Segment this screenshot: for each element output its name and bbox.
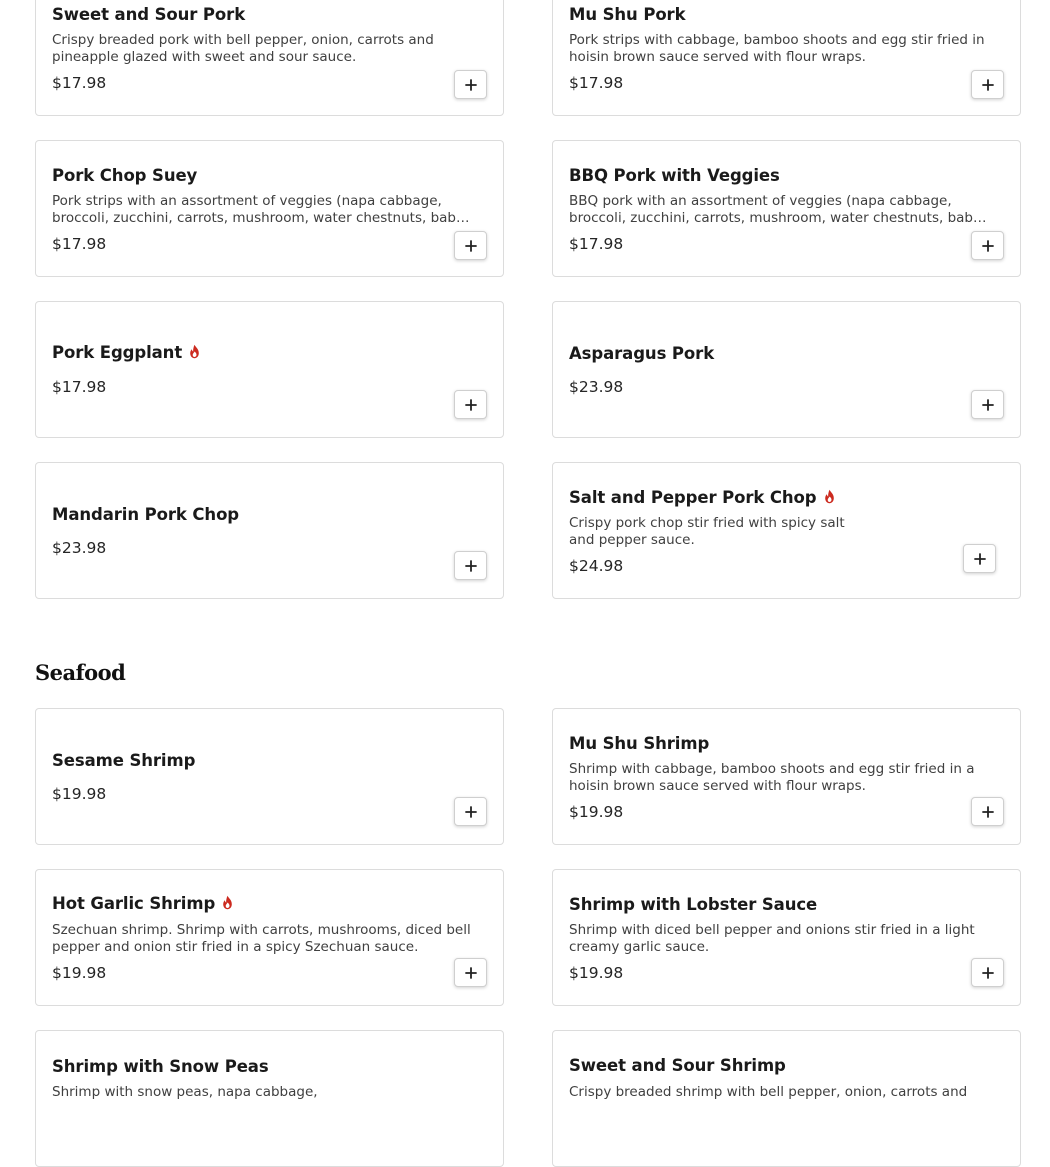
add-to-cart-button[interactable] xyxy=(971,231,1004,260)
item-description: Szechuan shrimp. Shrimp with carrots, mu… xyxy=(52,922,471,955)
plus-icon xyxy=(981,805,994,818)
plus-icon xyxy=(464,78,477,91)
add-to-cart-button[interactable] xyxy=(971,797,1004,826)
add-to-cart-button[interactable] xyxy=(454,797,487,826)
menu-item-card[interactable]: Sweet and Sour Shrimp Crispy breaded shr… xyxy=(552,1030,1021,1167)
plus-icon xyxy=(464,398,477,411)
menu-item-card[interactable]: Hot Garlic Shrimp Szechuan shrimp. Shrim… xyxy=(35,869,504,1006)
item-description: Shrimp with cabbage, bamboo shoots and e… xyxy=(569,761,975,794)
add-to-cart-button[interactable] xyxy=(454,958,487,987)
plus-icon xyxy=(973,552,986,565)
add-to-cart-button[interactable] xyxy=(454,70,487,99)
item-name-text: Hot Garlic Shrimp xyxy=(52,894,216,913)
section-heading-seafood: Seafood xyxy=(35,660,126,685)
item-name-text: Salt and Pepper Pork Chop xyxy=(569,488,817,507)
item-name: Mu Shu Pork xyxy=(569,5,686,24)
item-price: $17.98 xyxy=(569,235,624,253)
plus-icon xyxy=(981,239,994,252)
item-price: $23.98 xyxy=(52,539,107,557)
item-price: $17.98 xyxy=(52,235,107,253)
item-name: Salt and Pepper Pork Chop xyxy=(569,488,1004,508)
plus-icon xyxy=(981,966,994,979)
add-to-cart-button[interactable] xyxy=(971,958,1004,987)
item-price: $24.98 xyxy=(569,557,624,575)
item-description: Crispy breaded pork with bell pepper, on… xyxy=(52,32,434,65)
menu-item-card[interactable]: Pork Eggplant $17.98 xyxy=(35,301,504,438)
item-name-text: Pork Eggplant xyxy=(52,343,183,362)
item-description: Shrimp with diced bell pepper and onions… xyxy=(569,922,975,955)
plus-icon xyxy=(464,805,477,818)
item-price: $19.98 xyxy=(52,964,107,982)
menu-item-card[interactable]: Shrimp with Snow Peas Shrimp with snow p… xyxy=(35,1030,504,1167)
menu-item-card[interactable]: Mu Shu Pork Pork strips with cabbage, ba… xyxy=(552,0,1021,116)
item-description: BBQ pork with an assortment of veggies (… xyxy=(569,193,987,226)
add-to-cart-button[interactable] xyxy=(971,70,1004,99)
item-price: $19.98 xyxy=(52,785,107,803)
item-name: Hot Garlic Shrimp xyxy=(52,894,487,914)
add-to-cart-button[interactable] xyxy=(454,231,487,260)
spicy-icon xyxy=(823,489,836,508)
item-price: $17.98 xyxy=(52,378,107,396)
item-description: Pork strips with an assortment of veggie… xyxy=(52,193,470,226)
item-name: Mandarin Pork Chop xyxy=(52,505,240,524)
item-name: Sweet and Sour Shrimp xyxy=(569,1056,786,1075)
menu-item-card[interactable]: BBQ Pork with Veggies BBQ pork with an a… xyxy=(552,140,1021,277)
item-description: Crispy pork chop stir fried with spicy s… xyxy=(569,515,845,548)
item-name: Shrimp with Lobster Sauce xyxy=(569,895,818,914)
menu-item-card[interactable]: Mu Shu Shrimp Shrimp with cabbage, bambo… xyxy=(552,708,1021,845)
item-name: Mu Shu Shrimp xyxy=(569,734,710,753)
item-name: Sweet and Sour Pork xyxy=(52,5,246,24)
plus-icon xyxy=(981,78,994,91)
add-to-cart-button[interactable] xyxy=(454,390,487,419)
spicy-icon xyxy=(221,895,234,914)
item-price: $23.98 xyxy=(569,378,624,396)
add-to-cart-button[interactable] xyxy=(454,551,487,580)
menu-item-card[interactable]: Pork Chop Suey Pork strips with an assor… xyxy=(35,140,504,277)
add-to-cart-button[interactable] xyxy=(963,544,996,573)
plus-icon xyxy=(464,239,477,252)
menu-item-card[interactable]: Sesame Shrimp $19.98 xyxy=(35,708,504,845)
spicy-icon xyxy=(188,344,201,363)
item-name: BBQ Pork with Veggies xyxy=(569,166,780,185)
plus-icon xyxy=(464,559,477,572)
item-price: $17.98 xyxy=(569,74,624,92)
plus-icon xyxy=(981,398,994,411)
menu-item-card[interactable]: Shrimp with Lobster Sauce Shrimp with di… xyxy=(552,869,1021,1006)
item-name: Sesame Shrimp xyxy=(52,751,196,770)
menu-item-card[interactable]: Sweet and Sour Pork Crispy breaded pork … xyxy=(35,0,504,116)
menu-item-card[interactable]: Asparagus Pork $23.98 xyxy=(552,301,1021,438)
item-name: Asparagus Pork xyxy=(569,344,715,363)
item-name: Pork Chop Suey xyxy=(52,166,198,185)
menu-item-card[interactable]: Salt and Pepper Pork Chop Crispy pork ch… xyxy=(552,462,1021,599)
item-price: $19.98 xyxy=(569,803,624,821)
item-description: Pork strips with cabbage, bamboo shoots … xyxy=(569,32,985,65)
item-price: $17.98 xyxy=(52,74,107,92)
menu-item-card[interactable]: Mandarin Pork Chop $23.98 xyxy=(35,462,504,599)
add-to-cart-button[interactable] xyxy=(971,390,1004,419)
item-name: Pork Eggplant xyxy=(52,343,487,363)
item-name: Shrimp with Snow Peas xyxy=(52,1057,269,1076)
item-price: $19.98 xyxy=(569,964,624,982)
plus-icon xyxy=(464,966,477,979)
